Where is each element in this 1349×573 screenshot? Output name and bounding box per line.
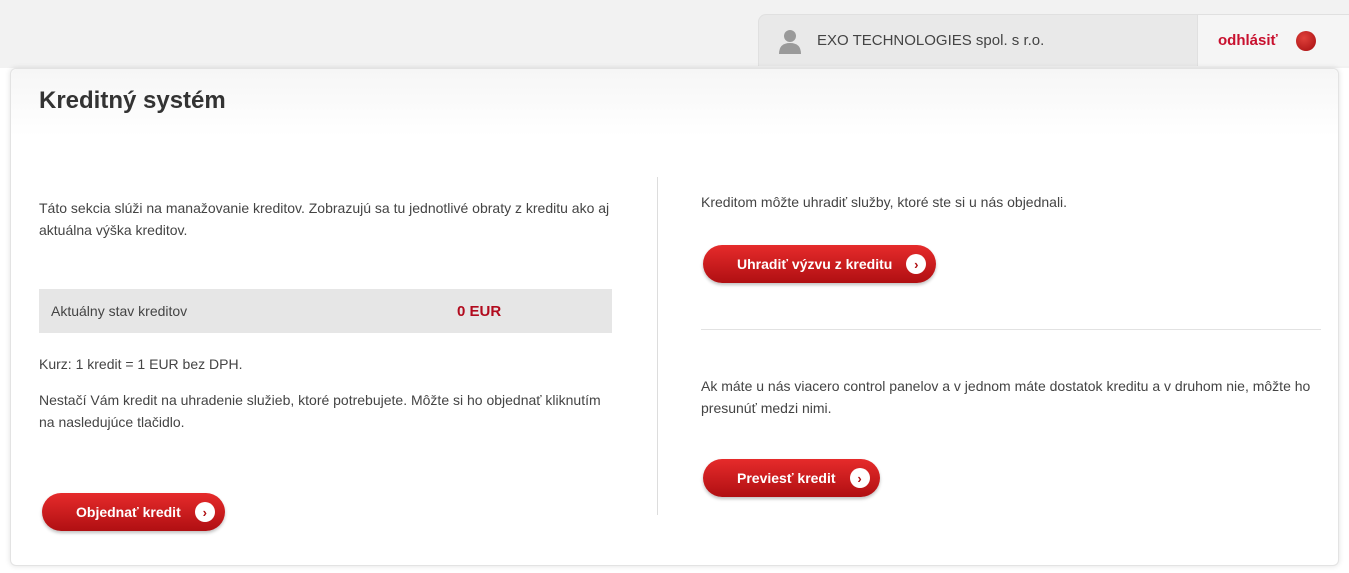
page-title: Kreditný systém (39, 87, 226, 114)
pay-invoice-button-label: Uhradiť výzvu z kreditu (737, 256, 893, 272)
right-divider (701, 329, 1321, 330)
order-info-text: Nestačí Vám kredit na uhradenie služieb,… (39, 392, 601, 430)
transfer-credit-button[interactable]: Previesť kredit › (703, 459, 880, 497)
credit-balance-row: Aktuálny stav kreditov 0 EUR (39, 289, 612, 333)
exchange-rate-text: Kurz: 1 kredit = 1 EUR bez DPH. (39, 356, 243, 372)
arrow-right-icon: › (194, 502, 215, 522)
top-bar: EXO TECHNOLOGIES spol. s r.o. odhlásiť (0, 0, 1349, 68)
transfer-info-text: Ak máte u nás viacero control panelov a … (701, 378, 1311, 416)
pay-info-text: Kreditom môžte uhradiť služby, ktoré ste… (701, 194, 1068, 210)
arrow-right-icon: › (849, 468, 870, 488)
pay-invoice-button[interactable]: Uhradiť výzvu z kreditu › (703, 245, 937, 283)
logout-icon[interactable] (1295, 30, 1316, 51)
transfer-credit-button-label: Previesť kredit (737, 470, 836, 486)
main-panel: Kreditný systém Táto sekcia slúži na man… (10, 68, 1339, 566)
intro-text: Táto sekcia slúži na manažovanie kredito… (39, 200, 610, 238)
logout-box[interactable]: odhlásiť (1198, 14, 1349, 66)
order-credit-button[interactable]: Objednať kredit › (42, 493, 225, 531)
credit-balance-value: 0 EUR (457, 302, 502, 320)
credit-balance-label: Aktuálny stav kreditov (51, 303, 188, 319)
user-box: EXO TECHNOLOGIES spol. s r.o. (758, 14, 1198, 66)
logout-link[interactable]: odhlásiť (1218, 32, 1278, 49)
order-credit-button-label: Objednať kredit (76, 504, 181, 520)
user-icon (779, 29, 801, 54)
left-column: Táto sekcia slúži na manažovanie kredito… (39, 197, 614, 433)
company-name: EXO TECHNOLOGIES spol. s r.o. (817, 32, 1045, 49)
column-divider (657, 177, 658, 515)
arrow-right-icon: › (906, 254, 927, 274)
